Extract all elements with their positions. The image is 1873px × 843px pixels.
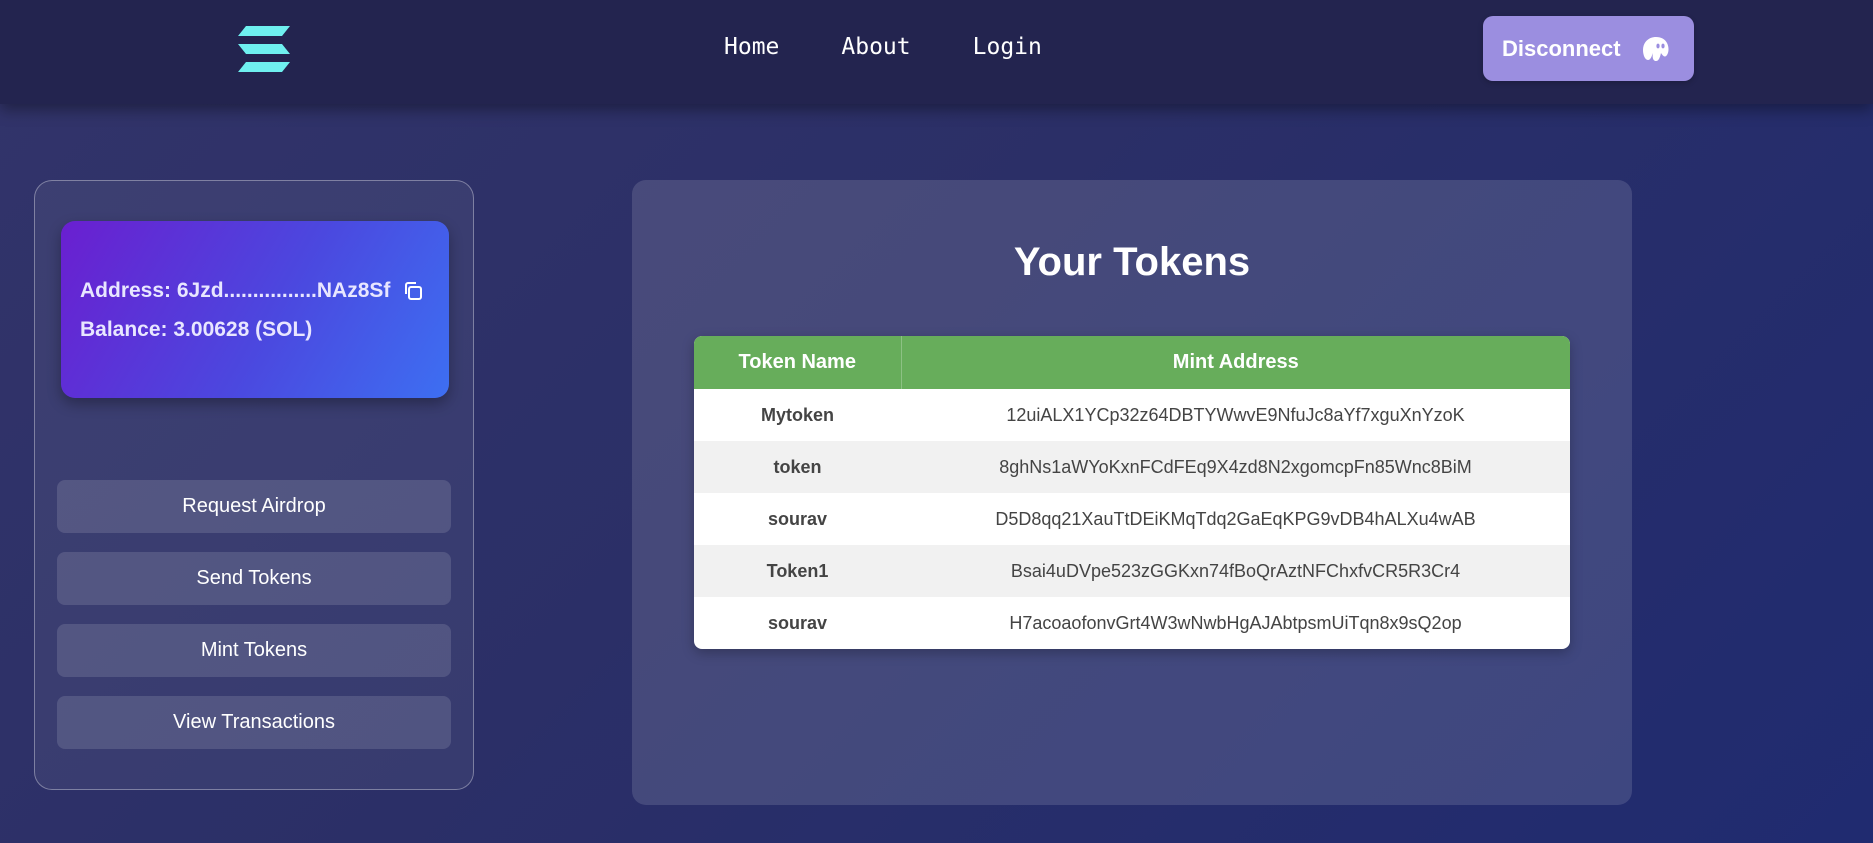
mint-address-cell: 8ghNs1aWYoKxnFCdFEq9X4zd8N2xgomcpFn85Wnc…	[999, 456, 1472, 477]
tokens-panel: Your Tokens Token Name Mint Address Myto…	[632, 180, 1632, 805]
token-name-cell: Token1	[766, 560, 829, 581]
mint-address-cell: 12uiALX1YCp32z64DBTYWwvE9NfuJc8aYf7xguXn…	[1006, 404, 1465, 425]
token-name-cell: Mytoken	[760, 404, 834, 425]
mint-address-cell: D5D8qq21XauTtDEiKMqTdq2GaEqKPG9vDB4hALXu…	[995, 508, 1476, 529]
wallet-balance: Balance: 3.00628 (SOL)	[80, 318, 313, 341]
top-navbar: Home About Login Disconnect	[0, 0, 1873, 104]
table-row: Token1 Bsai4uDVpe523zGGKxn74fBoQrAztNFCh…	[694, 545, 1570, 597]
wallet-address: Address: 6Jzd................NAz8Sf	[80, 279, 391, 302]
sidebar-panel: Address: 6Jzd................NAz8Sf Bala…	[34, 180, 474, 790]
mint-address-cell: H7acoaofonvGrt4W3wNwbHgAJAbtpsmUiTqn8x9s…	[1009, 612, 1462, 633]
request-airdrop-button[interactable]: Request Airdrop	[57, 480, 451, 533]
column-header-token-name: Token Name	[694, 336, 902, 389]
column-header-mint-address: Mint Address	[1172, 351, 1299, 373]
copy-icon[interactable]	[402, 280, 424, 302]
table-header-row: Token Name Mint Address	[694, 336, 1570, 389]
token-name-cell: sourav	[767, 612, 828, 633]
wallet-card: Address: 6Jzd................NAz8Sf Bala…	[61, 221, 449, 398]
wallet-address-row: Address: 6Jzd................NAz8Sf	[80, 279, 424, 303]
phantom-ghost-icon	[1642, 36, 1669, 61]
nav-link-home[interactable]: Home	[724, 34, 779, 60]
solana-logo-icon[interactable]	[238, 26, 290, 72]
table-row: sourav D5D8qq21XauTtDEiKMqTdq2GaEqKPG9vD…	[694, 493, 1570, 545]
nav-link-about[interactable]: About	[841, 34, 910, 60]
token-name-cell: token	[773, 456, 822, 477]
disconnect-button[interactable]: Disconnect	[1483, 16, 1694, 81]
page-title: Your Tokens	[1013, 240, 1251, 284]
mint-address-cell: Bsai4uDVpe523zGGKxn74fBoQrAztNFChxfvCR5R…	[1010, 560, 1461, 581]
table-row: sourav H7acoaofonvGrt4W3wNwbHgAJAbtpsmUi…	[694, 597, 1570, 649]
table-row: Mytoken 12uiALX1YCp32z64DBTYWwvE9NfuJc8a…	[694, 389, 1570, 441]
table-row: token 8ghNs1aWYoKxnFCdFEq9X4zd8N2xgomcpF…	[694, 441, 1570, 493]
disconnect-label: Disconnect	[1502, 35, 1621, 61]
token-name-cell: sourav	[767, 508, 828, 529]
tokens-table: Token Name Mint Address Mytoken 12uiALX1…	[694, 336, 1570, 649]
mint-tokens-button[interactable]: Mint Tokens	[57, 624, 451, 677]
nav-links: Home About Login	[724, 34, 1042, 60]
send-tokens-button[interactable]: Send Tokens	[57, 552, 451, 605]
view-transactions-button[interactable]: View Transactions	[57, 696, 451, 749]
nav-link-login[interactable]: Login	[973, 34, 1042, 60]
